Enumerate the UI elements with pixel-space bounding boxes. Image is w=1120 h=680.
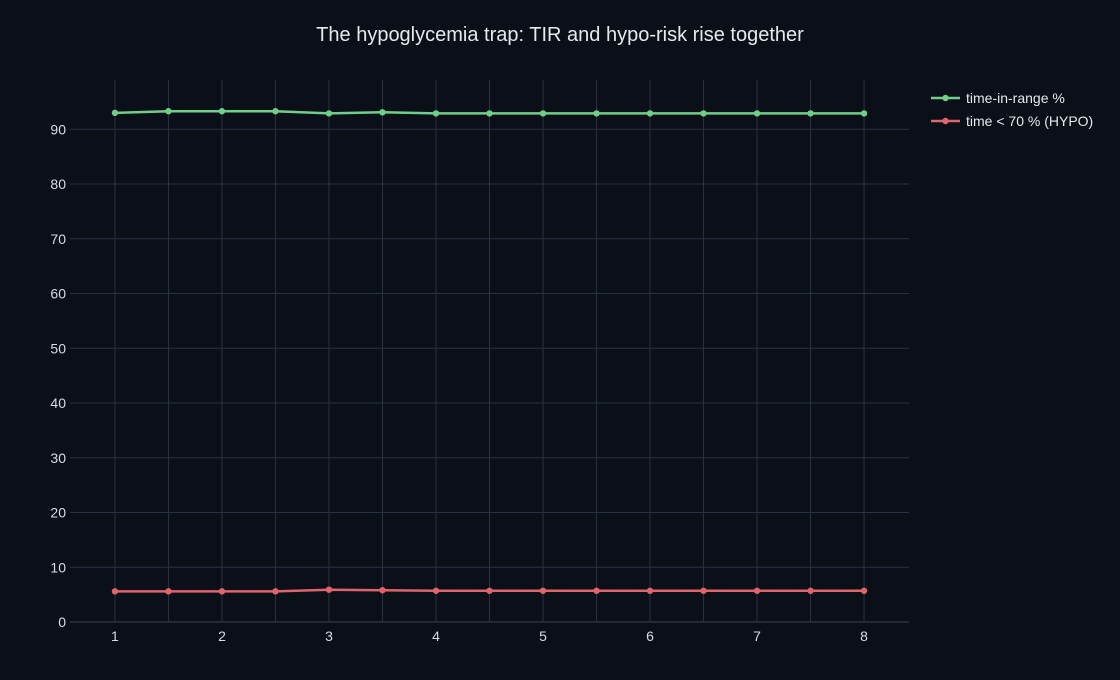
data-point[interactable] xyxy=(325,110,333,117)
data-point[interactable] xyxy=(111,109,119,117)
grid xyxy=(70,80,909,623)
y-tick-label: 20 xyxy=(50,505,66,521)
data-point[interactable] xyxy=(432,587,440,594)
data-point[interactable] xyxy=(486,587,493,594)
data-point[interactable] xyxy=(807,110,814,117)
data-point[interactable] xyxy=(165,588,172,595)
legend-label: time < 70 % (HYPO) xyxy=(966,113,1093,129)
y-tick-label: 10 xyxy=(50,559,66,575)
data-point[interactable] xyxy=(700,110,707,117)
data-point[interactable] xyxy=(432,110,440,117)
x-tick-label: 3 xyxy=(325,628,333,644)
y-tick-label: 30 xyxy=(50,450,66,466)
chart-title: The hypoglycemia trap: TIR and hypo-risk… xyxy=(316,24,804,46)
chart-container: The hypoglycemia trap: TIR and hypo-risk… xyxy=(0,0,1120,680)
data-point[interactable] xyxy=(165,108,172,115)
y-tick-label: 60 xyxy=(50,286,66,302)
legend-marker xyxy=(942,94,949,102)
data-point[interactable] xyxy=(539,587,547,594)
axes: 0 10 20 30 40 50 60 70 80 90 1 2 3 4 5 6 7 8 xyxy=(50,121,868,644)
data-point[interactable] xyxy=(646,587,654,594)
x-tick-label: 8 xyxy=(860,628,868,644)
legend-item[interactable]: time-in-range % xyxy=(931,90,1065,106)
x-tick-label: 6 xyxy=(646,628,654,644)
data-point[interactable] xyxy=(700,587,707,594)
data-point[interactable] xyxy=(272,108,279,115)
legend[interactable]: time-in-range % time < 70 % (HYPO) xyxy=(931,90,1093,129)
data-point[interactable] xyxy=(379,587,386,594)
data-point[interactable] xyxy=(272,588,279,595)
legend-label: time-in-range % xyxy=(966,90,1065,106)
data-point[interactable] xyxy=(860,110,868,117)
data-point[interactable] xyxy=(539,110,547,117)
x-tick-label: 2 xyxy=(218,628,226,644)
data-point[interactable] xyxy=(111,588,119,595)
x-tick-label: 4 xyxy=(432,628,440,644)
data-point[interactable] xyxy=(486,110,493,117)
data-point[interactable] xyxy=(218,108,226,115)
y-tick-label: 90 xyxy=(50,121,66,137)
data-point[interactable] xyxy=(753,587,761,594)
y-tick-label: 40 xyxy=(50,395,66,411)
data-point[interactable] xyxy=(218,588,226,595)
data-point[interactable] xyxy=(807,587,814,594)
data-point[interactable] xyxy=(325,586,333,593)
y-tick-label: 70 xyxy=(50,231,66,247)
series-hypo xyxy=(111,586,868,595)
x-tick-label: 1 xyxy=(111,628,119,644)
line-chart: The hypoglycemia trap: TIR and hypo-risk… xyxy=(50,24,1093,644)
y-tick-label: 80 xyxy=(50,176,66,192)
y-tick-label: 50 xyxy=(50,340,66,356)
data-point[interactable] xyxy=(860,587,868,594)
data-point[interactable] xyxy=(379,109,386,116)
data-point[interactable] xyxy=(753,110,761,117)
x-tick-label: 7 xyxy=(753,628,761,644)
legend-marker xyxy=(942,117,949,125)
legend-item[interactable]: time < 70 % (HYPO) xyxy=(931,113,1093,129)
data-point[interactable] xyxy=(646,110,654,117)
x-tick-label: 5 xyxy=(539,628,547,644)
data-point[interactable] xyxy=(593,110,600,117)
data-point[interactable] xyxy=(593,587,600,594)
y-tick-label: 0 xyxy=(58,614,66,630)
